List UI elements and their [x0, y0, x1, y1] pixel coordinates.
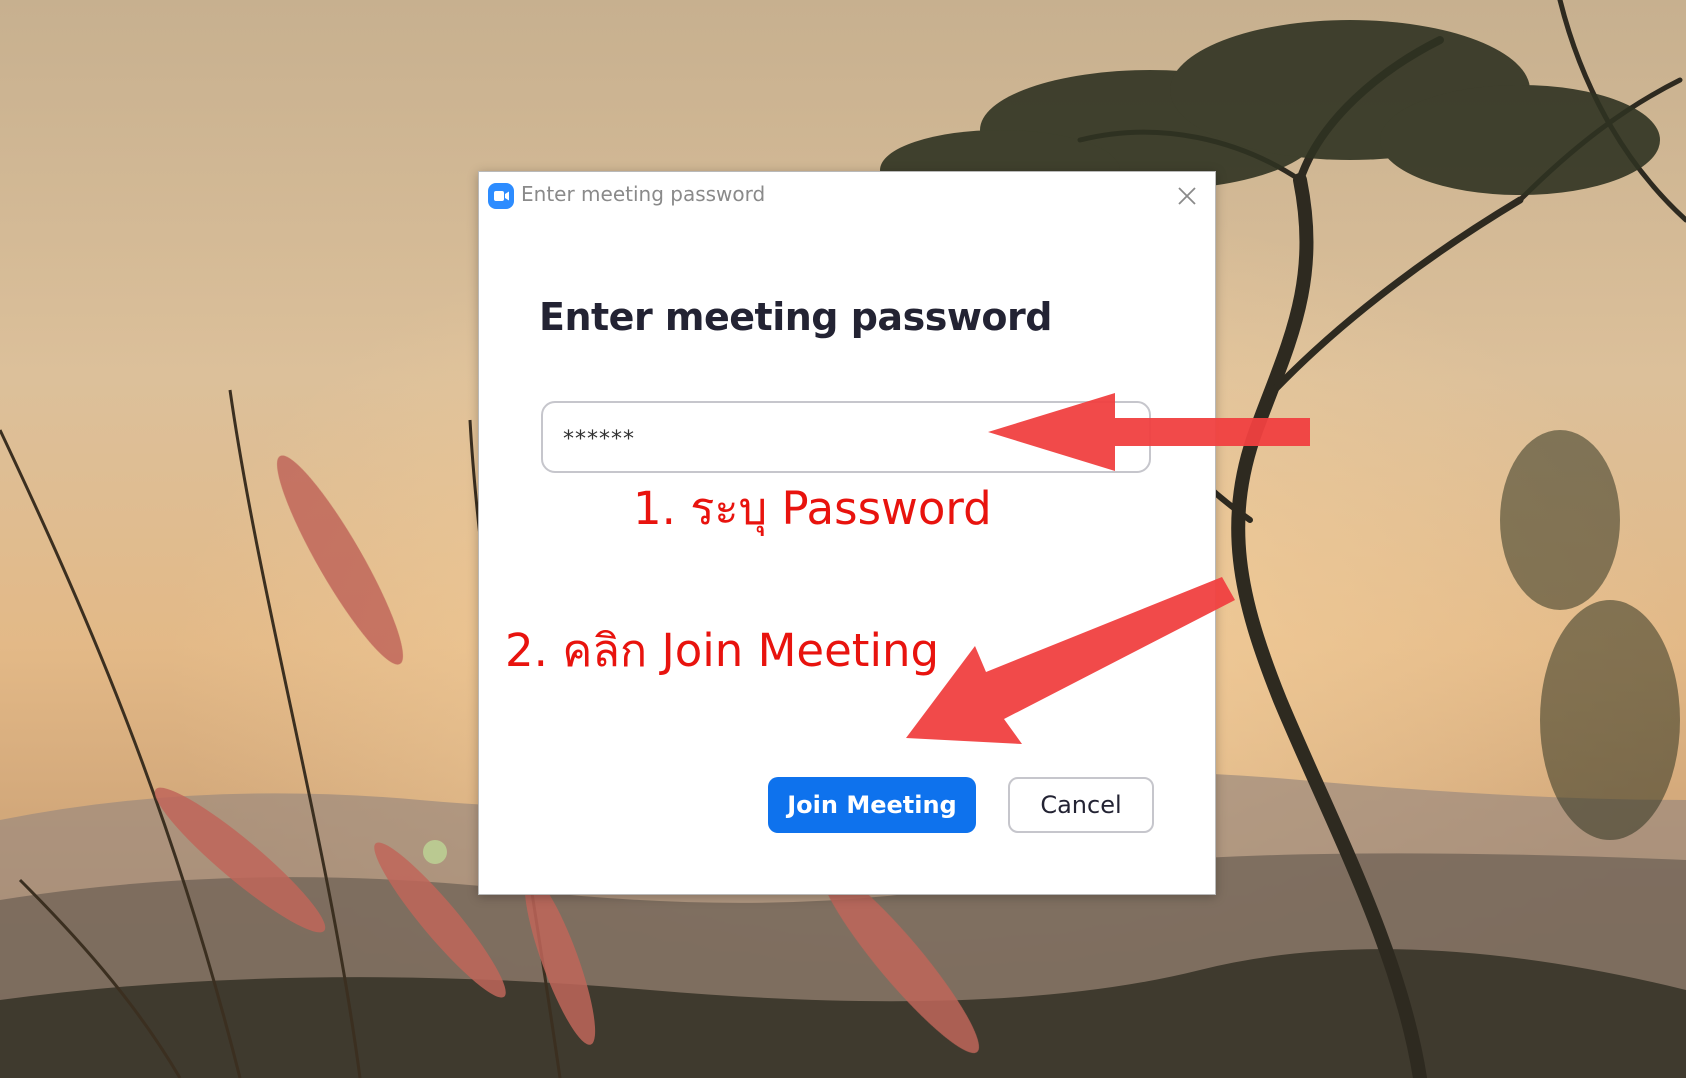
arrow-to-password [988, 393, 1310, 471]
annotation-step2: 2. คลิก Join Meeting [505, 624, 940, 677]
arrow-to-join-button [906, 577, 1235, 744]
desktop: Enter meeting password Enter meeting pas… [0, 0, 1686, 1078]
annotation-step1: 1. ระบุ Password [633, 482, 992, 535]
